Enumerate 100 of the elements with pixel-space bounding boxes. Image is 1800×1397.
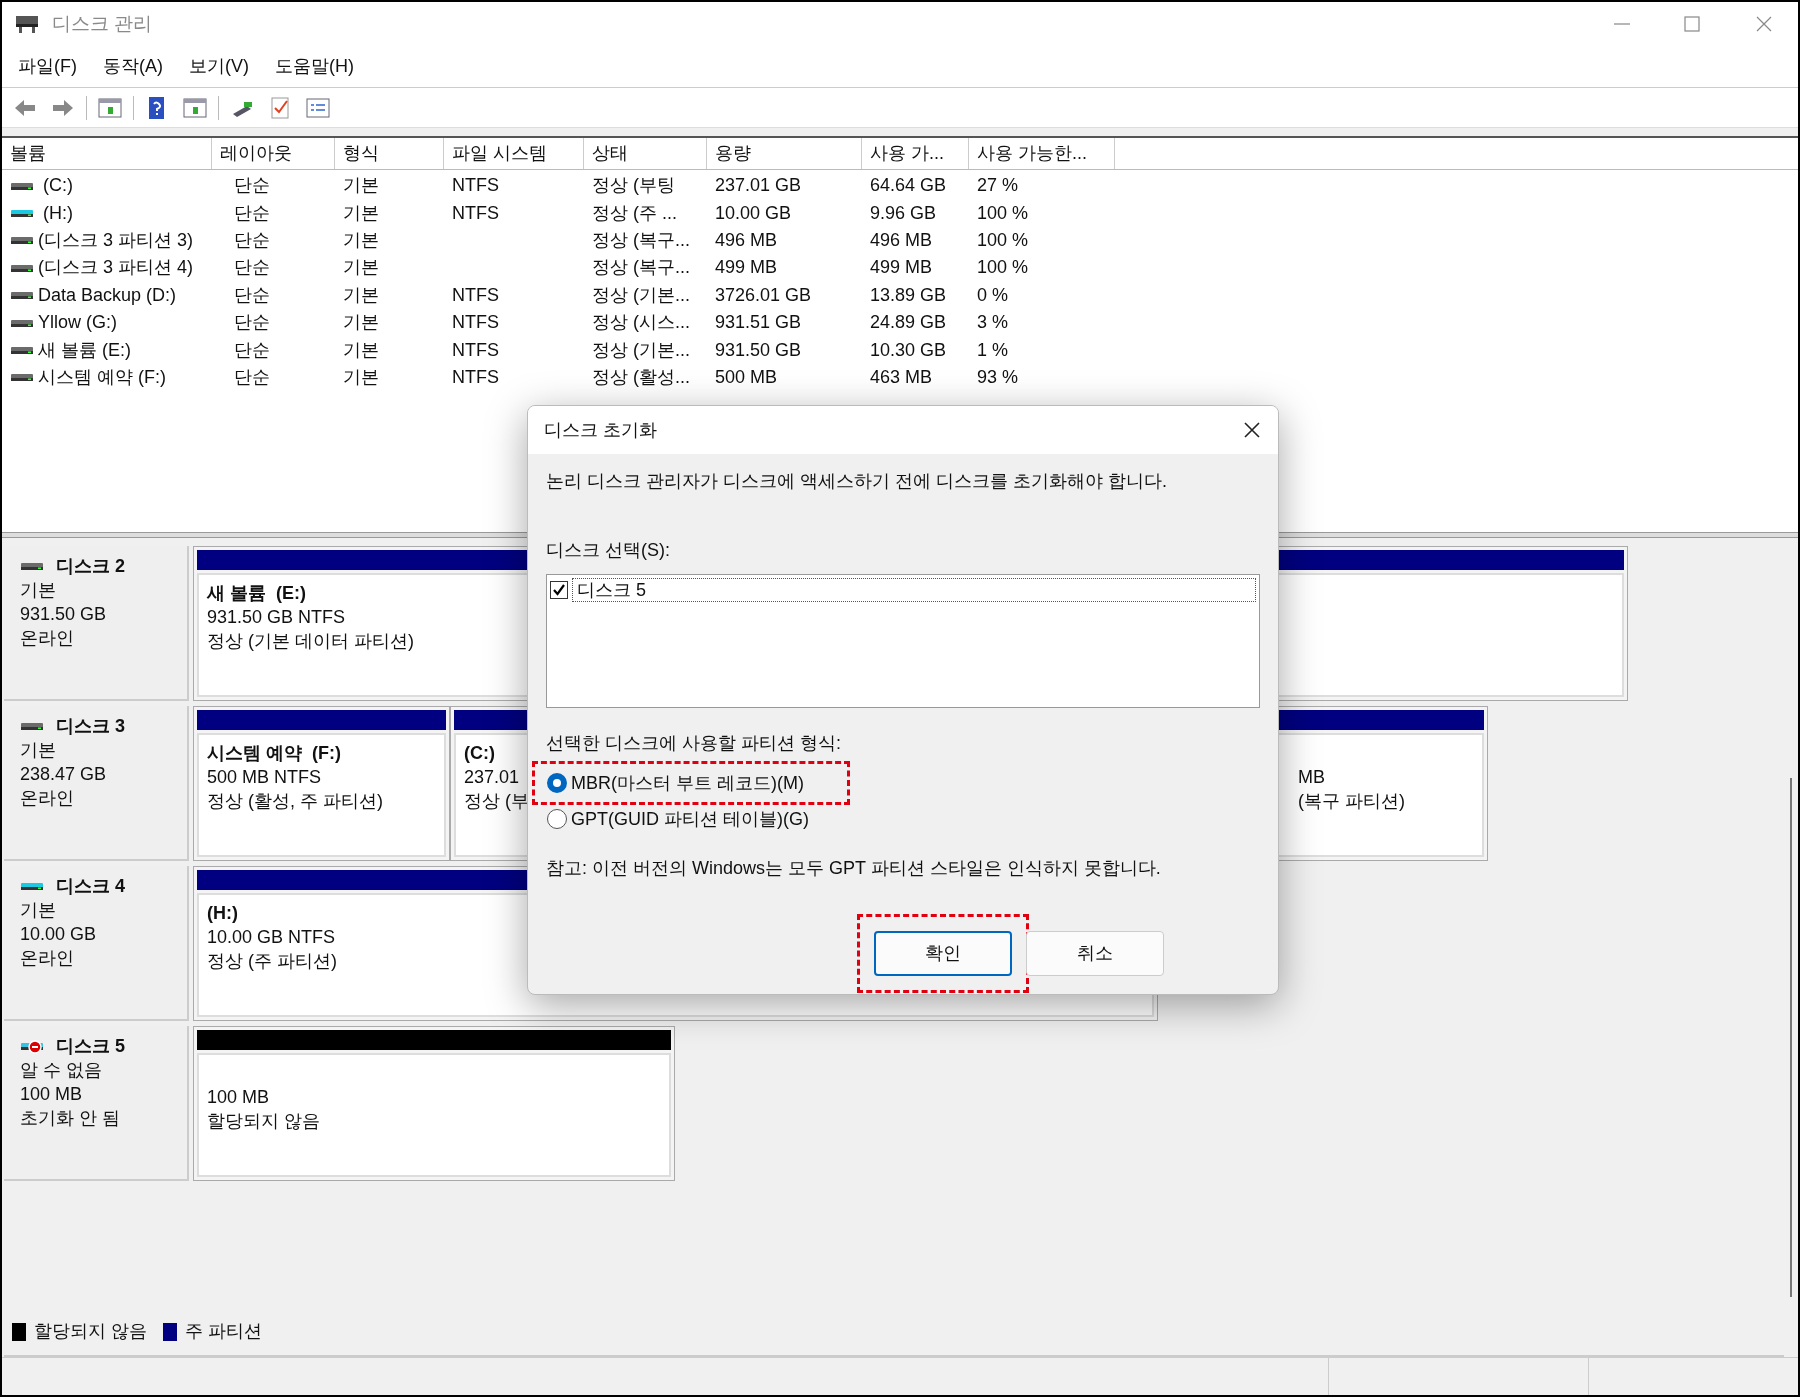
table-cell-text: 9.96 GB	[870, 201, 937, 225]
table-cell-text: 단순	[234, 228, 270, 252]
disk-select-label: 디스크 선택(S):	[546, 539, 671, 562]
table-cell-text: 1 %	[977, 338, 1009, 362]
table-cell-text: 기본	[343, 256, 379, 280]
table-cell-text: 단순	[234, 174, 270, 198]
table-cell-text: 기본	[343, 338, 379, 362]
table-cell-text: NTFS	[452, 365, 499, 389]
menu-item[interactable]: 동작(A)	[95, 53, 171, 80]
disk-name: 디스크 5	[56, 1035, 125, 1058]
table-cell-text: 정상 (복구...	[592, 256, 690, 280]
menu-item[interactable]: 보기(V)	[181, 53, 257, 80]
ok-button[interactable]: 확인	[874, 931, 1012, 976]
partition-status: 할당되지 않음	[207, 1110, 320, 1133]
table-cell-text: 931.51 GB	[715, 311, 802, 335]
dialog-message: 논리 디스크 관리자가 디스크에 액세스하기 전에 디스크를 초기화해야 합니다.	[546, 470, 1168, 493]
partition-block[interactable]: 100 MB 할당되지 않음	[193, 1026, 675, 1181]
partition-size: 10.00 GB NTFS	[207, 926, 336, 949]
partition-status: (복구 파티션)	[1298, 790, 1405, 813]
column-header[interactable]: 파일 시스템	[444, 138, 584, 169]
table-cell-text: 단순	[234, 338, 270, 362]
table-cell-text: 정상 (부팅	[592, 174, 675, 198]
dialog-title: 디스크 초기화	[544, 418, 658, 442]
radio-button[interactable]	[547, 809, 567, 829]
disk-size: 931.50 GB	[20, 603, 108, 626]
table-cell-text: Yllow (G:)	[38, 311, 117, 335]
partition-status: 정상 (기본 데이터 파티션)	[207, 630, 414, 653]
partition-name: 새 볼륨 (E:)	[207, 582, 306, 605]
column-header[interactable]: 볼륨	[2, 138, 212, 169]
close-icon[interactable]	[1242, 420, 1262, 440]
disk-size: 10.00 GB	[20, 923, 98, 946]
column-header[interactable]: 상태	[584, 138, 707, 169]
table-cell-text: 500 MB	[715, 365, 778, 389]
table-cell-text: 기본	[343, 283, 379, 307]
table-cell-text: 기본	[343, 365, 379, 389]
table-cell-text: (C:)	[42, 174, 73, 198]
table-cell-text: 기본	[343, 228, 379, 252]
table-cell-text: 단순	[234, 311, 270, 335]
drive-icon	[20, 1038, 44, 1054]
table-cell-text: 931.50 GB	[715, 338, 802, 362]
table-cell-text: (디스크 3 파티션 4)	[38, 256, 193, 280]
table-cell-text: 기본	[343, 201, 379, 225]
disk-size: 238.47 GB	[20, 763, 108, 786]
table-cell-text: 499 MB	[870, 256, 933, 280]
table-cell-text: NTFS	[452, 283, 499, 307]
table-cell-text: 0 %	[977, 283, 1009, 307]
table-cell-text: 496 MB	[870, 228, 933, 252]
partition-status: 정상 (활성, 주 파티션)	[207, 790, 383, 813]
table-cell-text: 단순	[234, 365, 270, 389]
app-icon	[14, 13, 40, 35]
table-cell-text: NTFS	[452, 201, 499, 225]
table-cell-text: 정상 (복구...	[592, 228, 690, 252]
disk-status: 온라인	[20, 627, 75, 650]
column-header[interactable]: 사용 가능한...	[969, 138, 1115, 169]
table-cell-text: 3 %	[977, 311, 1009, 335]
legend-label: 할당되지 않음	[34, 1320, 147, 1343]
maximize-icon[interactable]	[1682, 14, 1702, 34]
disk-list-item[interactable]: 디스크 5	[572, 578, 1256, 602]
table-cell-text: 463 MB	[870, 365, 933, 389]
disk-name: 디스크 4	[56, 875, 125, 898]
radio-button[interactable]	[547, 773, 567, 793]
table-cell-text: 24.89 GB	[870, 311, 947, 335]
checkbox[interactable]	[550, 581, 568, 599]
column-header[interactable]: 사용 가...	[862, 138, 969, 169]
menu-item[interactable]: 파일(F)	[10, 53, 85, 80]
table-cell-text: NTFS	[452, 338, 499, 362]
scrollbar-thumb[interactable]	[1790, 778, 1792, 1297]
table-cell-text: 496 MB	[715, 228, 778, 252]
column-header[interactable]: 용량	[707, 138, 862, 169]
partition-size: 500 MB NTFS	[207, 766, 322, 789]
table-cell-text: 시스템 예약 (F:)	[38, 365, 166, 389]
panel-icon[interactable]	[97, 95, 123, 120]
disk-status: 온라인	[20, 947, 75, 970]
disk-size: 100 MB	[20, 1083, 84, 1106]
window-title: 디스크 관리	[52, 11, 153, 36]
table-cell-text: 100 %	[977, 256, 1029, 280]
table-cell-text: 93 %	[977, 365, 1019, 389]
column-header[interactable]: 형식	[335, 138, 444, 169]
table-cell-text: 3726.01 GB	[715, 283, 812, 307]
table-cell-text: 64.64 GB	[870, 174, 947, 198]
table-cell-text: 정상 (주 ...	[592, 201, 677, 225]
radio-label[interactable]: MBR(마스터 부트 레코드)(M)	[571, 769, 804, 797]
table-cell-text: (H:)	[42, 201, 73, 225]
column-header[interactable]: 레이아웃	[212, 138, 335, 169]
partition-size: 931.50 GB NTFS	[207, 606, 346, 629]
table-cell-text: 100 %	[977, 228, 1029, 252]
table-cell-text: 정상 (시스...	[592, 311, 690, 335]
cancel-button[interactable]: 취소	[1026, 931, 1164, 976]
table-cell-text: 27 %	[977, 174, 1019, 198]
partition-status: 정상 (주 파티션)	[207, 950, 337, 973]
partition-block[interactable]: 시스템 예약 (F:) 500 MB NTFS 정상 (활성, 주 파티션)	[193, 706, 450, 861]
disk-type: 알 수 없음	[20, 1059, 103, 1082]
list-icon[interactable]	[305, 95, 331, 120]
disk-type: 기본	[20, 579, 57, 602]
radio-label[interactable]: GPT(GUID 파티션 테이블)(G)	[571, 805, 809, 833]
table-cell-text: 10.30 GB	[870, 338, 947, 362]
table-cell-text: 정상 (기본...	[592, 283, 690, 307]
menu-item[interactable]: 도움말(H)	[267, 53, 362, 80]
panel-icon[interactable]	[182, 95, 208, 120]
disk-name: 디스크 2	[56, 555, 125, 578]
